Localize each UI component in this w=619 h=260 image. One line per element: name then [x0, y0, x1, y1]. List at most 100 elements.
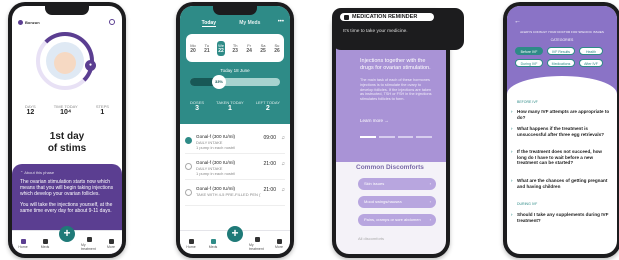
chip-medications[interactable]: Medications [547, 59, 575, 67]
back-arrow-icon[interactable]: ← [514, 18, 521, 25]
progress-label: 33% [212, 75, 226, 89]
screen: Bonzun ● DAYS 12 TIME TODAY 10⁴ STEPS 1 [12, 6, 122, 254]
faq-question[interactable]: › Should I take any supplements during IV… [511, 212, 611, 223]
pill-icon [42, 238, 48, 244]
nav-more[interactable]: More [271, 238, 287, 249]
med-time: 09:00 [263, 135, 276, 141]
brand: Bonzun [18, 20, 40, 25]
tab-today[interactable]: Today [201, 20, 216, 27]
count-value: 3 [195, 105, 199, 112]
nav-home[interactable]: Home [15, 238, 31, 249]
count-label: DOSES [190, 100, 205, 105]
pill-icon [210, 238, 216, 244]
count-value: 1 [227, 105, 232, 112]
faq-question[interactable]: › What happens if the treatment is unsucc… [511, 126, 611, 137]
page-dot [397, 136, 414, 138]
med-row[interactable]: Gonal-f (300 IU/ml) DAILY INTAKE 1 pump … [185, 132, 285, 154]
chip-during-ivf[interactable]: During IVF [515, 59, 543, 67]
more-icon[interactable]: ••• [278, 19, 284, 25]
calendar-day[interactable]: Mo 20 [189, 41, 197, 56]
count-doses: DOSES 3 [190, 100, 204, 112]
stat-steps: STEPS 1 [96, 104, 109, 116]
check-icon[interactable] [185, 189, 192, 196]
phone-home-screen: Bonzun ● DAYS 12 TIME TODAY 10⁴ STEPS 1 [8, 2, 126, 258]
bell-icon[interactable]: ♫ [281, 135, 285, 141]
med-row[interactable]: Gonal-f (300 IU/ml) TAKE WITH 4-5 PRE-FI… [185, 184, 285, 206]
med-row[interactable]: Gonal-f (300 IU/ml) DAILY INTAKE 1 pump … [185, 158, 285, 180]
calendar-day[interactable]: Sa 25 [259, 41, 267, 56]
headline-line: 1st day [49, 131, 85, 142]
app-icon [344, 14, 349, 20]
chip-ivf-results[interactable]: IVF Results [547, 47, 575, 55]
calendar-date: 21 [204, 47, 210, 54]
brand-name: Bonzun [25, 20, 40, 25]
all-discomforts-link[interactable]: All discomforts [358, 236, 384, 241]
faq-question[interactable]: › If the treatment does not succeed, how … [511, 149, 611, 166]
question-text: How many IVF attempts are appropriate to… [517, 109, 610, 120]
learn-more-link[interactable]: Learn more → [360, 118, 389, 123]
question-text: Should I take any supplements during IVF… [517, 212, 609, 223]
faq-question[interactable]: › What are the chances of getting pregnan… [511, 178, 611, 189]
nav-label: More [275, 244, 283, 249]
bell-off-icon[interactable]: ♫ [281, 187, 285, 193]
tab-my-meds[interactable]: My Meds [239, 20, 260, 27]
notch [213, 6, 257, 15]
add-med-button[interactable]: + [227, 226, 243, 242]
about-row[interactable]: ⌃ About this phase [20, 170, 114, 175]
chip-after-ivf[interactable]: After IVF [579, 59, 603, 67]
nav-meds[interactable]: Meds [205, 238, 221, 249]
calendar-day[interactable]: Th 23 [231, 41, 239, 56]
notification-header: MEDICATION REMINDER [340, 13, 434, 21]
nav-meds[interactable]: Meds [37, 238, 53, 249]
chip-before-ivf[interactable]: Before IVF [515, 47, 543, 55]
avatar-face-icon [54, 52, 76, 74]
add-button[interactable]: + [59, 226, 75, 242]
bell-icon[interactable]: ♫ [281, 161, 285, 167]
discomfort-label: Pains, cramps or sore abdomen [364, 217, 421, 222]
home-icon [188, 238, 194, 244]
calendar-day[interactable]: Su 26 [273, 41, 281, 56]
brand-logo-icon [18, 20, 23, 25]
stat-value: 10⁴ [60, 109, 72, 116]
calendar-date: 24 [246, 47, 252, 54]
nav-treatment[interactable]: My treatment [249, 236, 265, 251]
calendar-weekday: Sa [260, 42, 266, 48]
med-name: Gonal-f (300 IU/ml) [196, 160, 236, 165]
avatar [46, 42, 84, 80]
check-icon[interactable] [185, 137, 192, 144]
nav-home[interactable]: Home [183, 238, 199, 249]
calendar-day[interactable]: We 22 [217, 40, 225, 56]
nav-more[interactable]: More [103, 238, 119, 249]
discomfort-button[interactable]: Pains, cramps or sore abdomen › [358, 214, 436, 226]
nav-treatment[interactable]: My treatment [81, 236, 97, 251]
discomfort-button[interactable]: Skin issues › [358, 178, 436, 190]
question-text: What are the chances of getting pregnant… [517, 178, 608, 189]
section-title: Common Discomforts [356, 164, 424, 171]
phone-meds-screen: Today My Meds ••• Mo 20 Tu 21 We 22 Th 23 Fr 24 Sa… [176, 2, 294, 258]
progress-track: 33% [190, 75, 280, 89]
calendar-weekday: Tu [204, 42, 210, 48]
camera-icon[interactable]: ● [85, 60, 96, 71]
calendar-date: 26 [274, 47, 280, 54]
faq-question[interactable]: › How many IVF attempts are appropriate t… [511, 109, 611, 120]
notification-banner[interactable]: MEDICATION REMINDER It's time to take yo… [332, 8, 464, 50]
stat-days: DAYS 12 [25, 104, 36, 116]
settings-icon[interactable] [109, 19, 115, 25]
categories-label: CATEGORIES [550, 38, 574, 42]
question-text: If the treatment does not succeed, how l… [517, 149, 602, 166]
check-icon[interactable] [185, 163, 192, 170]
med-name: Gonal-f (300 IU/ml) [196, 134, 236, 139]
about-label: About this phase [24, 170, 55, 175]
nav-label: Home [186, 244, 196, 249]
count-taken: TAKEN TODAY 1 [216, 100, 244, 112]
calendar-day[interactable]: Tu 21 [203, 41, 211, 56]
calendar-day[interactable]: Fr 24 [245, 41, 253, 56]
discomfort-button[interactable]: Mood swings/nausea › [358, 196, 436, 208]
notch [45, 6, 89, 15]
stats-row: DAYS 12 TIME TODAY 10⁴ STEPS 1 [16, 104, 118, 116]
today-label: Today 18 June [220, 68, 250, 73]
chip-health[interactable]: Health [579, 47, 603, 55]
count-value: 2 [265, 105, 270, 112]
chevron-icon: › [511, 178, 513, 183]
disclaimer: ALWAYS CONSULT YOUR DOCTOR FOR SPECIFIC … [520, 30, 604, 34]
